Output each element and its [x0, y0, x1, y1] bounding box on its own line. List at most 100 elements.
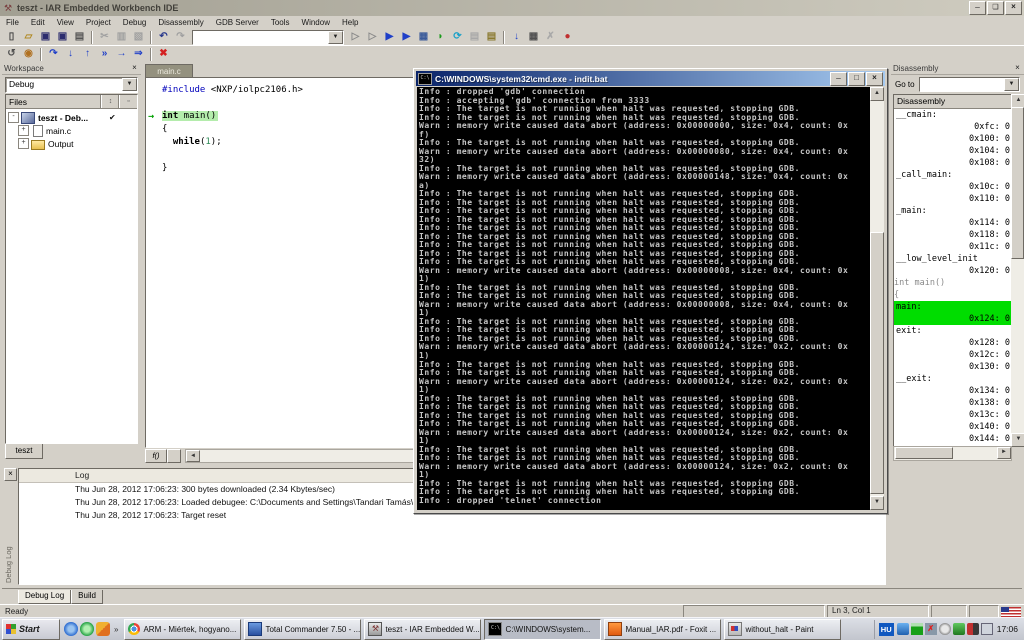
compile-icon[interactable]: ⟳	[449, 30, 466, 44]
ide-titlebar[interactable]: teszt - IAR Embedded Workbench IDE	[0, 0, 1024, 16]
console-vertical-scrollbar[interactable]: ▲ ▼	[870, 87, 884, 510]
workspace-bottom-tab[interactable]: teszt	[5, 444, 43, 459]
save-icon[interactable]: ▣	[37, 30, 54, 44]
display-settings-icon[interactable]	[980, 623, 993, 635]
menu-disassembly[interactable]: Disassembly	[152, 17, 209, 28]
expand-icon[interactable]: +	[18, 138, 29, 149]
step-out-icon[interactable]: ↑	[79, 47, 96, 61]
tab-debug-log[interactable]: Debug Log	[18, 590, 72, 604]
step-over-icon[interactable]: ↷	[45, 47, 62, 61]
scrollbar-thumb[interactable]	[895, 447, 953, 459]
tree-item-teszt-deb-[interactable]: - teszt - Deb... ✔	[6, 111, 137, 124]
cut-icon[interactable]: ✂	[96, 30, 113, 44]
editor-extra-button[interactable]	[167, 448, 181, 463]
chevron-down-icon[interactable]	[1004, 77, 1019, 91]
menu-gdb-server[interactable]: GDB Server	[210, 17, 265, 28]
cmd-titlebar[interactable]: C:\WINDOWS\system32\cmd.exe - indit.bat	[416, 71, 885, 86]
cmd-window[interactable]: C:\WINDOWS\system32\cmd.exe - indit.bat …	[413, 68, 888, 514]
cmd-close-icon[interactable]	[866, 71, 883, 86]
signal-strength-icon[interactable]	[910, 623, 923, 635]
nav-back-icon[interactable]: ▷	[347, 30, 364, 44]
new-file-icon[interactable]: ▯	[3, 30, 20, 44]
reset-icon[interactable]: ↺	[3, 47, 20, 61]
antivirus-icon[interactable]	[952, 623, 965, 635]
download-icon[interactable]: ↓	[508, 30, 525, 44]
menu-project[interactable]: Project	[80, 17, 117, 28]
workspace-config-combo[interactable]: Debug	[5, 77, 138, 93]
close-icon[interactable]	[1005, 1, 1022, 15]
menu-file[interactable]: File	[0, 17, 25, 28]
scrollbar-thumb[interactable]	[1011, 107, 1024, 259]
next-statement-icon[interactable]: »	[96, 47, 113, 61]
log-close-icon[interactable]	[4, 468, 17, 481]
menu-edit[interactable]: Edit	[25, 17, 51, 28]
breakpoint-disabled-icon[interactable]: ✗	[542, 30, 559, 44]
cmd-maximize-icon[interactable]	[848, 71, 865, 86]
tab-build[interactable]: Build	[71, 590, 103, 604]
make-icon[interactable]: ◗	[432, 30, 449, 44]
disassembly-vertical-scrollbar[interactable]: ▲ ▼	[1011, 94, 1024, 447]
scroll-up-icon[interactable]: ▲	[1011, 94, 1024, 108]
taskbar-button-without-halt-paint[interactable]: without_halt - Paint	[724, 618, 842, 640]
files-header-output-icon[interactable]: ▫	[119, 95, 137, 108]
network-error-icon[interactable]	[924, 623, 937, 635]
editor-tab-main-c[interactable]: main.c	[145, 64, 193, 78]
toggle-bookmark-icon[interactable]: ▶	[381, 30, 398, 44]
scroll-left-icon[interactable]: ◄	[186, 449, 200, 462]
break-icon[interactable]: ◉	[20, 47, 37, 61]
stop-debugging-icon[interactable]: ✖	[155, 47, 172, 61]
cmd-minimize-icon[interactable]	[830, 71, 847, 86]
scheduler-icon[interactable]	[938, 623, 951, 635]
registers-icon[interactable]: ▦	[525, 30, 542, 44]
scroll-down-icon[interactable]: ▼	[870, 496, 884, 510]
function-list-button[interactable]: f()	[145, 448, 167, 463]
go-icon[interactable]: ⇒	[130, 47, 147, 61]
nav-forward-icon[interactable]: ▷	[364, 30, 381, 44]
files-header-sort-icon[interactable]: ↕	[101, 95, 119, 108]
minimize-icon[interactable]	[969, 1, 986, 15]
scroll-down-icon[interactable]: ▼	[1011, 433, 1024, 447]
redo-icon[interactable]: ↷	[172, 30, 189, 44]
quicklaunch-browser-icon[interactable]	[64, 622, 78, 636]
debug-icon[interactable]: ●	[559, 30, 576, 44]
quicklaunch-overflow-icon[interactable]: »	[114, 625, 118, 634]
undo-icon[interactable]: ↶	[155, 30, 172, 44]
menu-window[interactable]: Window	[296, 17, 336, 28]
copy-icon[interactable]: ▥	[113, 30, 130, 44]
taskbar-button-arm-mi-rtek-hogyano-[interactable]: ARM - Miértek, hogyano...	[124, 618, 242, 640]
taskbar-button-teszt-iar-embedded-w-[interactable]: teszt - IAR Embedded W...	[364, 618, 482, 640]
collapse-icon[interactable]: -	[8, 112, 19, 123]
taskbar-button-manual-iar-pdf-foxit-[interactable]: Manual_IAR.pdf - Foxit ...	[604, 618, 722, 640]
chevron-down-icon[interactable]	[122, 78, 137, 91]
build-log-icon[interactable]: ▤	[483, 30, 500, 44]
wireless-icon[interactable]	[896, 623, 909, 635]
disassembly-close-icon[interactable]	[1013, 64, 1022, 73]
taskbar-button-total-commander-7-50-[interactable]: Total Commander 7.50 - ...	[244, 618, 362, 640]
watch-window-icon[interactable]: ▦	[415, 30, 432, 44]
goto-combo[interactable]	[918, 76, 1020, 92]
expand-icon[interactable]: +	[18, 125, 29, 136]
run-to-cursor-icon[interactable]: →	[113, 47, 130, 61]
disassembly-horizontal-scrollbar[interactable]: ►	[893, 446, 1012, 461]
start-button[interactable]: Start	[2, 618, 60, 640]
menu-view[interactable]: View	[51, 17, 80, 28]
restore-icon[interactable]	[987, 1, 1004, 15]
open-file-icon[interactable]: ▱	[20, 30, 37, 44]
language-indicator[interactable]: HU	[878, 622, 894, 636]
menu-debug[interactable]: Debug	[117, 17, 153, 28]
taskbar-button-c-windows-system-[interactable]: C:\WINDOWS\system...	[484, 618, 602, 640]
menu-help[interactable]: Help	[336, 17, 364, 28]
save-all-icon[interactable]: ▣	[54, 30, 71, 44]
workspace-close-icon[interactable]	[130, 64, 139, 73]
tree-item-main-c[interactable]: + main.c	[6, 124, 137, 137]
scroll-up-icon[interactable]: ▲	[870, 87, 884, 101]
menu-tools[interactable]: Tools	[265, 17, 296, 28]
chevron-down-icon[interactable]	[328, 30, 343, 44]
quicklaunch-messenger-icon[interactable]	[80, 622, 94, 636]
usb-device-icon[interactable]	[966, 623, 979, 635]
quicklaunch-desktop-icon[interactable]	[96, 622, 110, 636]
scroll-right-icon[interactable]: ►	[997, 447, 1011, 459]
paste-icon[interactable]: ▧	[130, 30, 147, 44]
stop-build-icon[interactable]: ▤	[466, 30, 483, 44]
step-into-icon[interactable]: ↓	[62, 47, 79, 61]
